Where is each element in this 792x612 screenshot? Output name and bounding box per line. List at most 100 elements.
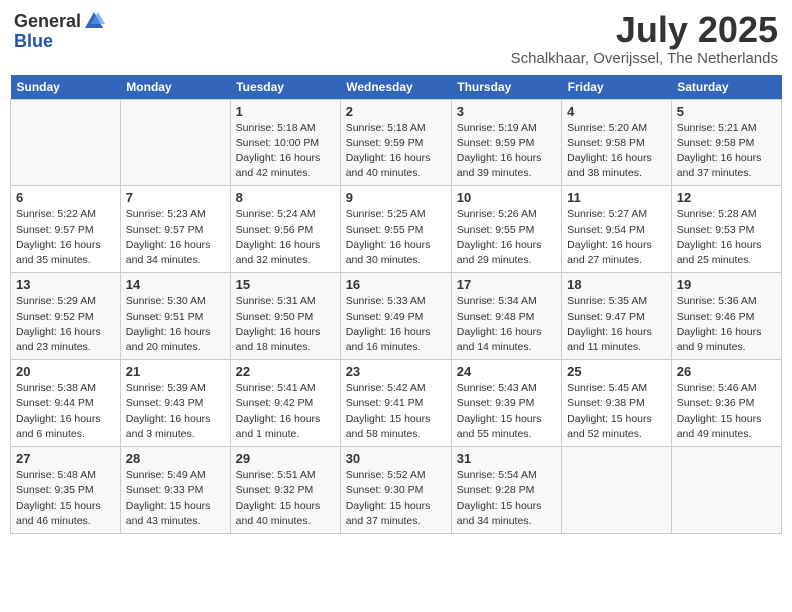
week-row-3: 13Sunrise: 5:29 AM Sunset: 9:52 PM Dayli… [11, 273, 782, 360]
day-number: 20 [16, 364, 115, 379]
day-info: Sunrise: 5:18 AM Sunset: 10:00 PM Daylig… [236, 121, 335, 182]
day-info: Sunrise: 5:23 AM Sunset: 9:57 PM Dayligh… [126, 207, 225, 268]
weekday-header-thursday: Thursday [451, 75, 561, 100]
calendar-cell: 22 Sunrise: 5:41 AM Sunset: 9:42 PM Dayli… [230, 360, 340, 447]
day-info: Sunrise: 5:35 AM Sunset: 9:47 PM Dayligh… [567, 294, 666, 355]
calendar-cell: 10 Sunrise: 5:26 AM Sunset: 9:55 PM Dayli… [451, 186, 561, 273]
day-info: Sunrise: 5:46 AM Sunset: 9:36 PM Dayligh… [677, 381, 776, 442]
calendar-cell: 25 Sunrise: 5:45 AM Sunset: 9:38 PM Dayli… [562, 360, 672, 447]
weekday-header-monday: Monday [120, 75, 230, 100]
day-info: Sunrise: 5:51 AM Sunset: 9:32 PM Dayligh… [236, 468, 335, 529]
weekday-header-friday: Friday [562, 75, 672, 100]
day-number: 11 [567, 190, 666, 205]
day-info: Sunrise: 5:38 AM Sunset: 9:44 PM Dayligh… [16, 381, 115, 442]
day-info: Sunrise: 5:41 AM Sunset: 9:42 PM Dayligh… [236, 381, 335, 442]
logo: General Blue [14, 10, 105, 50]
day-number: 25 [567, 364, 666, 379]
day-info: Sunrise: 5:49 AM Sunset: 9:33 PM Dayligh… [126, 468, 225, 529]
day-info: Sunrise: 5:31 AM Sunset: 9:50 PM Dayligh… [236, 294, 335, 355]
day-info: Sunrise: 5:25 AM Sunset: 9:55 PM Dayligh… [346, 207, 446, 268]
day-info: Sunrise: 5:45 AM Sunset: 9:38 PM Dayligh… [567, 381, 666, 442]
day-number: 17 [457, 277, 556, 292]
calendar-cell: 17 Sunrise: 5:34 AM Sunset: 9:48 PM Dayli… [451, 273, 561, 360]
day-number: 4 [567, 104, 666, 119]
calendar-table: SundayMondayTuesdayWednesdayThursdayFrid… [10, 75, 782, 534]
calendar-cell: 20 Sunrise: 5:38 AM Sunset: 9:44 PM Dayli… [11, 360, 121, 447]
calendar-cell: 16Sunrise: 5:33 AM Sunset: 9:49 PM Dayli… [340, 273, 451, 360]
day-number: 7 [126, 190, 225, 205]
week-row-2: 6Sunrise: 5:22 AM Sunset: 9:57 PM Daylig… [11, 186, 782, 273]
day-info: Sunrise: 5:39 AM Sunset: 9:43 PM Dayligh… [126, 381, 225, 442]
page-header: General Blue July 2025 Schalkhaar, Overi… [10, 10, 782, 67]
day-info: Sunrise: 5:18 AM Sunset: 9:59 PM Dayligh… [346, 121, 446, 182]
calendar-cell: 7 Sunrise: 5:23 AM Sunset: 9:57 PM Daylig… [120, 186, 230, 273]
day-info: Sunrise: 5:29 AM Sunset: 9:52 PM Dayligh… [16, 294, 115, 355]
day-number: 23 [346, 364, 446, 379]
calendar-cell: 15 Sunrise: 5:31 AM Sunset: 9:50 PM Dayli… [230, 273, 340, 360]
weekday-header-wednesday: Wednesday [340, 75, 451, 100]
day-number: 5 [677, 104, 776, 119]
calendar-cell: 13Sunrise: 5:29 AM Sunset: 9:52 PM Dayli… [11, 273, 121, 360]
day-info: Sunrise: 5:20 AM Sunset: 9:58 PM Dayligh… [567, 121, 666, 182]
calendar-cell [562, 447, 672, 534]
day-info: Sunrise: 5:30 AM Sunset: 9:51 PM Dayligh… [126, 294, 225, 355]
calendar-cell: 27Sunrise: 5:48 AM Sunset: 9:35 PM Dayli… [11, 447, 121, 534]
day-info: Sunrise: 5:43 AM Sunset: 9:39 PM Dayligh… [457, 381, 556, 442]
day-info: Sunrise: 5:22 AM Sunset: 9:57 PM Dayligh… [16, 207, 115, 268]
calendar-cell: 5 Sunrise: 5:21 AM Sunset: 9:58 PM Daylig… [671, 99, 781, 186]
calendar-cell: 1 Sunrise: 5:18 AM Sunset: 10:00 PM Dayli… [230, 99, 340, 186]
day-number: 26 [677, 364, 776, 379]
calendar-cell [11, 99, 121, 186]
day-number: 31 [457, 451, 556, 466]
logo-blue: Blue [14, 32, 105, 50]
calendar-cell: 11 Sunrise: 5:27 AM Sunset: 9:54 PM Dayli… [562, 186, 672, 273]
weekday-header-saturday: Saturday [671, 75, 781, 100]
day-number: 28 [126, 451, 225, 466]
weekday-header-sunday: Sunday [11, 75, 121, 100]
weekday-header-tuesday: Tuesday [230, 75, 340, 100]
logo-general: General [14, 12, 81, 30]
day-info: Sunrise: 5:34 AM Sunset: 9:48 PM Dayligh… [457, 294, 556, 355]
calendar-cell: 4 Sunrise: 5:20 AM Sunset: 9:58 PM Daylig… [562, 99, 672, 186]
day-number: 3 [457, 104, 556, 119]
week-row-1: 1 Sunrise: 5:18 AM Sunset: 10:00 PM Dayli… [11, 99, 782, 186]
calendar-cell: 2Sunrise: 5:18 AM Sunset: 9:59 PM Daylig… [340, 99, 451, 186]
day-number: 1 [236, 104, 335, 119]
day-number: 19 [677, 277, 776, 292]
month-title: July 2025 [511, 10, 778, 50]
day-info: Sunrise: 5:36 AM Sunset: 9:46 PM Dayligh… [677, 294, 776, 355]
calendar-cell: 9Sunrise: 5:25 AM Sunset: 9:55 PM Daylig… [340, 186, 451, 273]
day-number: 14 [126, 277, 225, 292]
day-number: 22 [236, 364, 335, 379]
day-info: Sunrise: 5:27 AM Sunset: 9:54 PM Dayligh… [567, 207, 666, 268]
calendar-cell: 14 Sunrise: 5:30 AM Sunset: 9:51 PM Dayli… [120, 273, 230, 360]
day-info: Sunrise: 5:52 AM Sunset: 9:30 PM Dayligh… [346, 468, 446, 529]
week-row-4: 20 Sunrise: 5:38 AM Sunset: 9:44 PM Dayli… [11, 360, 782, 447]
title-block: July 2025 Schalkhaar, Overijssel, The Ne… [511, 10, 778, 67]
day-number: 10 [457, 190, 556, 205]
day-number: 16 [346, 277, 446, 292]
calendar-cell: 21 Sunrise: 5:39 AM Sunset: 9:43 PM Dayli… [120, 360, 230, 447]
day-number: 12 [677, 190, 776, 205]
calendar-cell: 18 Sunrise: 5:35 AM Sunset: 9:47 PM Dayli… [562, 273, 672, 360]
day-info: Sunrise: 5:54 AM Sunset: 9:28 PM Dayligh… [457, 468, 556, 529]
weekday-header-row: SundayMondayTuesdayWednesdayThursdayFrid… [11, 75, 782, 100]
day-info: Sunrise: 5:42 AM Sunset: 9:41 PM Dayligh… [346, 381, 446, 442]
day-number: 29 [236, 451, 335, 466]
day-number: 8 [236, 190, 335, 205]
day-info: Sunrise: 5:19 AM Sunset: 9:59 PM Dayligh… [457, 121, 556, 182]
day-number: 21 [126, 364, 225, 379]
day-info: Sunrise: 5:21 AM Sunset: 9:58 PM Dayligh… [677, 121, 776, 182]
day-info: Sunrise: 5:24 AM Sunset: 9:56 PM Dayligh… [236, 207, 335, 268]
week-row-5: 27Sunrise: 5:48 AM Sunset: 9:35 PM Dayli… [11, 447, 782, 534]
day-number: 24 [457, 364, 556, 379]
day-info: Sunrise: 5:28 AM Sunset: 9:53 PM Dayligh… [677, 207, 776, 268]
calendar-cell: 24 Sunrise: 5:43 AM Sunset: 9:39 PM Dayli… [451, 360, 561, 447]
calendar-cell: 3 Sunrise: 5:19 AM Sunset: 9:59 PM Daylig… [451, 99, 561, 186]
day-number: 15 [236, 277, 335, 292]
calendar-cell: 19 Sunrise: 5:36 AM Sunset: 9:46 PM Dayli… [671, 273, 781, 360]
day-info: Sunrise: 5:26 AM Sunset: 9:55 PM Dayligh… [457, 207, 556, 268]
day-number: 18 [567, 277, 666, 292]
calendar-cell: 6Sunrise: 5:22 AM Sunset: 9:57 PM Daylig… [11, 186, 121, 273]
calendar-cell: 12 Sunrise: 5:28 AM Sunset: 9:53 PM Dayli… [671, 186, 781, 273]
